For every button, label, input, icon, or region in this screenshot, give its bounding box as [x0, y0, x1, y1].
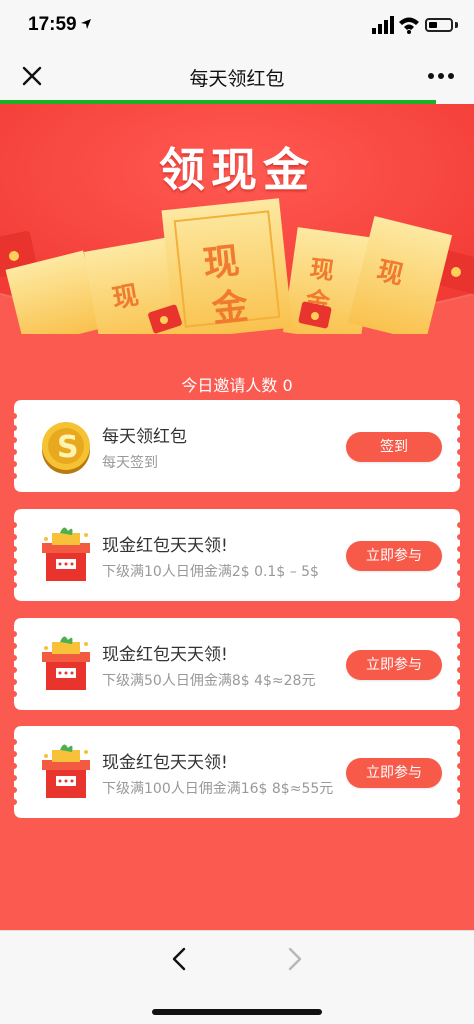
gift-box-icon — [42, 744, 90, 798]
card-subtitle: 每天签到 — [102, 455, 158, 471]
main-content: 现 现 金 现 现 金 领现金 今日邀请人数 0 S 每天领红包 每天签到 签到… — [0, 104, 474, 930]
wifi-icon — [399, 17, 419, 34]
home-indicator — [152, 1009, 322, 1015]
page-title: 每天领红包 — [189, 68, 285, 90]
more-icon[interactable] — [424, 62, 458, 90]
card-subtitle: 下级满100人日佣金满16$ 8$≈55元 — [102, 781, 334, 797]
checkin-button[interactable]: 签到 — [346, 432, 442, 462]
join-button[interactable]: 立即参与 — [346, 541, 442, 571]
location-arrow-icon — [81, 19, 91, 29]
gold-coin-icon: S — [42, 422, 90, 474]
svg-text:现: 现 — [110, 281, 141, 315]
card-title: 每天领红包 — [102, 427, 187, 447]
chevron-left-icon[interactable] — [166, 945, 194, 973]
task-card-50: 现金红包天天领! 下级满50人日佣金满8$ 4$≈28元 立即参与 — [14, 618, 460, 710]
svg-text:金: 金 — [209, 285, 251, 331]
card-subtitle: 下级满50人日佣金满8$ 4$≈28元 — [102, 673, 316, 689]
task-card-100: 现金红包天天领! 下级满100人日佣金满16$ 8$≈55元 立即参与 — [14, 726, 460, 818]
battery-tip — [455, 22, 458, 28]
card-title: 现金红包天天领! — [102, 753, 228, 773]
battery-icon — [425, 18, 453, 32]
bottom-toolbar — [0, 930, 474, 1024]
signal-icon — [372, 16, 394, 34]
gift-box-icon — [42, 636, 90, 690]
hero-title: 领现金 — [159, 143, 315, 197]
gift-box-icon — [42, 527, 90, 581]
join-button[interactable]: 立即参与 — [346, 650, 442, 680]
chevron-right-icon[interactable] — [280, 945, 308, 973]
task-card-10: 现金红包天天领! 下级满10人日佣金满2$ 0.1$ – 5$ 立即参与 — [14, 509, 460, 601]
ticket-main: 现 金 — [161, 198, 293, 340]
join-button[interactable]: 立即参与 — [346, 758, 442, 788]
invite-count: 0 — [282, 376, 293, 395]
task-card-checkin: S 每天领红包 每天签到 签到 — [14, 400, 460, 492]
card-title: 现金红包天天领! — [102, 645, 228, 665]
hero-banner: 现 现 金 现 现 金 领现金 — [0, 104, 474, 351]
status-bar: 17:59 — [0, 0, 474, 50]
invite-count-row: 今日邀请人数 0 — [0, 372, 474, 396]
card-subtitle: 下级满10人日佣金满2$ 0.1$ – 5$ — [102, 564, 319, 580]
status-time: 17:59 — [28, 14, 77, 35]
nav-bar: 每天领红包 — [0, 50, 474, 100]
svg-text:现: 现 — [308, 254, 336, 285]
invite-label: 今日邀请人数 — [181, 376, 278, 395]
card-title: 现金红包天天领! — [102, 536, 228, 556]
svg-text:现: 现 — [201, 241, 241, 286]
svg-text:S: S — [57, 430, 79, 465]
